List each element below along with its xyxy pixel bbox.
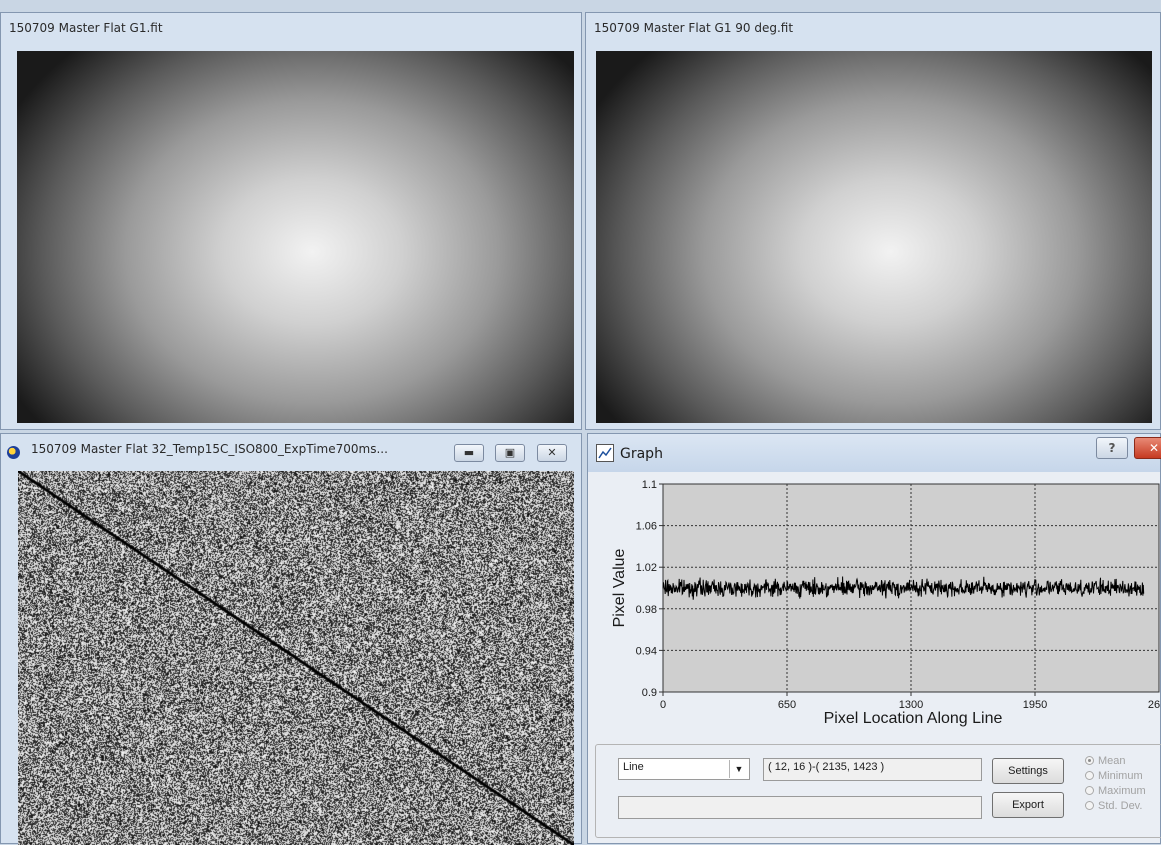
stat-radio-minimum[interactable]: Minimum <box>1085 770 1143 782</box>
noise-image[interactable] <box>18 471 574 845</box>
help-button[interactable]: ? <box>1096 437 1128 459</box>
mode-select-value: Line <box>623 761 644 773</box>
y-tick-label: 0.94 <box>636 645 657 657</box>
x-axis-ticks: 0 650 1300 1950 26 <box>660 692 1160 711</box>
window-title: 150709 Master Flat 32_Temp15C_ISO800_Exp… <box>31 442 388 456</box>
stat-radio-mean[interactable]: Mean <box>1085 755 1126 767</box>
window-title: 150709 Master Flat G1.fit <box>9 21 163 35</box>
graph-icon <box>596 444 614 462</box>
y-tick-label: 0.98 <box>636 604 657 616</box>
info-field[interactable] <box>618 796 982 819</box>
close-button[interactable]: ✕ <box>1134 437 1161 459</box>
maximize-button[interactable]: ▣ <box>495 444 525 462</box>
app-icon <box>7 446 20 459</box>
y-tick-label: 1.06 <box>636 521 657 533</box>
radio-indicator <box>1085 756 1094 765</box>
close-button[interactable]: ✕ <box>537 444 567 462</box>
y-axis-ticks: 0.9 0.94 0.98 1.02 1.06 1.1 <box>636 479 663 699</box>
radio-label: Std. Dev. <box>1098 800 1143 812</box>
radio-label: Maximum <box>1098 785 1146 797</box>
image-window-flat-g1[interactable]: 150709 Master Flat G1.fit <box>0 12 582 430</box>
y-tick-label: 0.9 <box>642 687 657 699</box>
image-window-flat-g1-90deg[interactable]: 150709 Master Flat G1 90 deg.fit <box>585 12 1161 430</box>
y-tick-label: 1.1 <box>642 479 657 491</box>
settings-button[interactable]: Settings <box>992 758 1064 784</box>
coordinates-field[interactable]: ( 12, 16 )-( 2135, 1423 ) <box>763 758 982 781</box>
minimize-button[interactable]: ▬ <box>454 444 484 462</box>
radio-indicator <box>1085 786 1094 795</box>
flat-image[interactable] <box>17 51 574 423</box>
radio-indicator <box>1085 771 1094 780</box>
x-tick-label: 26 <box>1148 699 1160 711</box>
image-window-flat-32[interactable]: 150709 Master Flat 32_Temp15C_ISO800_Exp… <box>0 433 582 845</box>
window-title: Graph <box>620 446 663 462</box>
graph-plot[interactable]: 0.90.940.981.021.061.1 0 650 1300 1950 26 Pi… <box>588 472 1161 734</box>
x-tick-label: 650 <box>778 699 796 711</box>
radio-indicator <box>1085 801 1094 810</box>
x-tick-label: 0 <box>660 699 666 711</box>
chevron-down-icon[interactable]: ▼ <box>729 760 748 778</box>
radio-label: Minimum <box>1098 770 1143 782</box>
export-button[interactable]: Export <box>992 792 1064 818</box>
radio-label: Mean <box>1098 755 1126 767</box>
stat-radio-maximum[interactable]: Maximum <box>1085 785 1146 797</box>
y-axis-label: Pixel Value <box>611 548 628 627</box>
graph-window[interactable]: Graph ? ✕ 0.9 0.94 0.98 1.02 1.06 1.1 0 650 130… <box>587 433 1161 844</box>
mode-select[interactable]: Line ▼ <box>618 758 750 780</box>
y-tick-label: 1.02 <box>636 562 657 574</box>
flat-image[interactable] <box>596 51 1152 423</box>
x-tick-label: 1950 <box>1023 699 1047 711</box>
stat-radio-std-dev[interactable]: Std. Dev. <box>1085 800 1142 812</box>
x-axis-label: Pixel Location Along Line <box>824 710 1003 727</box>
window-title: 150709 Master Flat G1 90 deg.fit <box>594 21 794 35</box>
